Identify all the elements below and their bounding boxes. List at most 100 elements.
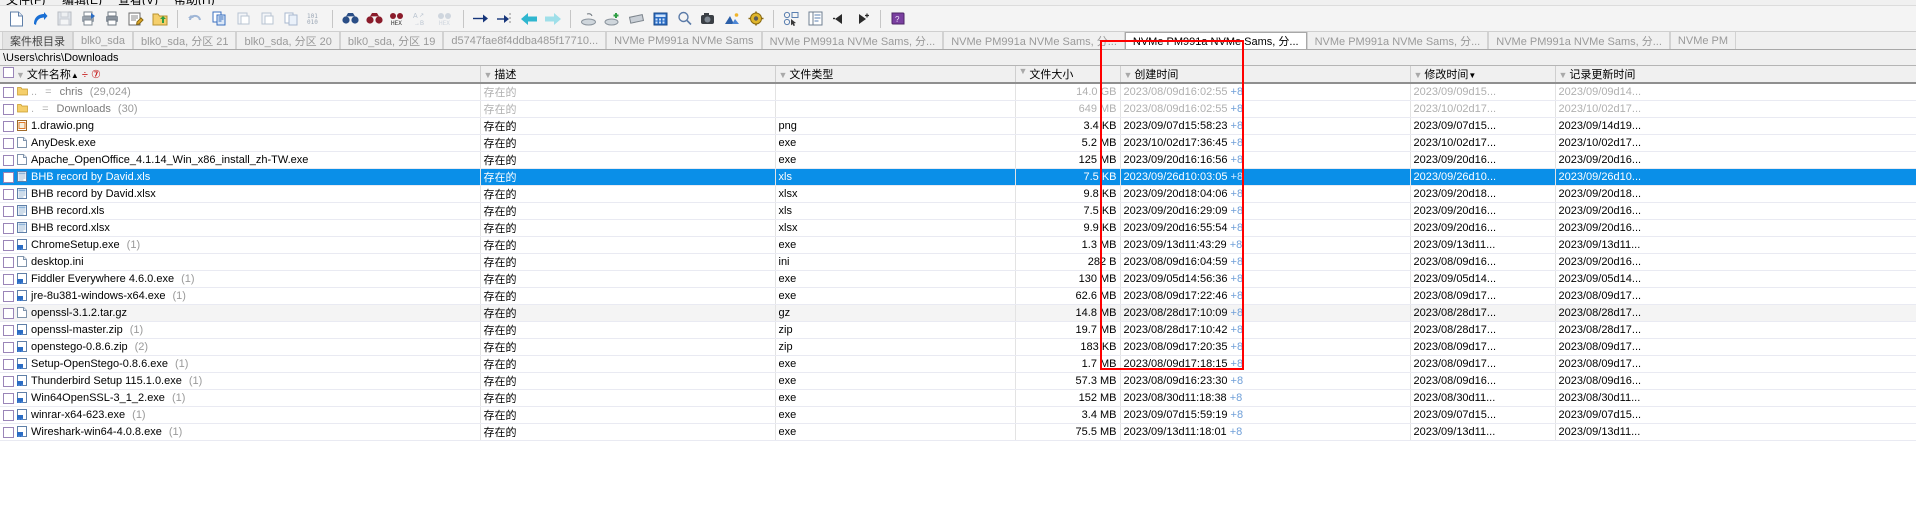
find-all-icon[interactable] (363, 8, 385, 30)
menu-item-edit[interactable]: 编辑(E) (62, 0, 102, 5)
magnifier-icon[interactable] (673, 8, 695, 30)
goto-icon[interactable] (470, 8, 492, 30)
print-preview-icon[interactable] (77, 8, 99, 30)
row-select-checkbox[interactable] (3, 120, 14, 132)
cell-file-name[interactable]: desktop.ini (0, 253, 481, 271)
new-case-icon[interactable] (5, 8, 27, 30)
calculator-icon[interactable] (649, 8, 671, 30)
row-select-checkbox[interactable] (3, 409, 14, 421)
row-select-checkbox[interactable] (3, 426, 14, 438)
tab-2[interactable]: blk0_sda, 分区 21 (133, 32, 237, 49)
row-select-checkbox[interactable] (3, 375, 14, 387)
column-header-desc[interactable]: ▼ 描述 (480, 66, 776, 84)
gallery-icon[interactable] (721, 8, 743, 30)
row-select-checkbox[interactable] (3, 86, 14, 98)
row-select-checkbox[interactable] (3, 358, 14, 370)
row-select-checkbox[interactable] (3, 273, 14, 285)
table-row[interactable]: .. Win64OpenSSL-3_1_2.exe (1) 存在的 exe 152 MB 2… (0, 389, 1916, 407)
cell-file-name[interactable]: .. jre-8u381-windows-x64.exe (1) (0, 287, 481, 305)
settings-gear-icon[interactable] (745, 8, 767, 30)
find-icon[interactable] (339, 8, 361, 30)
copy-block-icon[interactable] (280, 8, 302, 30)
cell-file-name[interactable]: .. Wireshark-win64-4.0.8.exe (1) (0, 423, 481, 441)
details-list-icon[interactable] (804, 8, 826, 30)
cell-file-name[interactable]: 1.drawio.png (0, 117, 481, 135)
filter-funnel-icon[interactable]: ▼ (1124, 70, 1133, 80)
cell-file-name[interactable]: openssl-3.1.2.tar.gz (0, 304, 481, 322)
table-row[interactable]: . = Downloads (30) 存在的 649 MB 2023/08/09d16:02… (0, 100, 1916, 118)
replace-text-icon[interactable]: A ↗ →B (411, 8, 433, 30)
paste-icon[interactable] (256, 8, 278, 30)
table-row[interactable]: 1.drawio.png 存在的 png 3.4 KB 2023/09/07d15:58… (0, 117, 1916, 135)
open-case-icon[interactable] (29, 8, 51, 30)
column-header-size[interactable]: ▼ 文件大小 (1015, 66, 1121, 84)
cell-file-name[interactable]: Apache_OpenOffice_4.1.14_Win_x86_install… (0, 151, 481, 169)
cell-file-name[interactable]: BHB record.xlsx (0, 219, 481, 237)
row-select-checkbox[interactable] (3, 154, 14, 166)
table-row[interactable]: BHB record by David.xls 存在的 xls 7.5 KB 2023/… (0, 168, 1916, 186)
next-item-icon[interactable] (852, 8, 874, 30)
column-header-type[interactable]: ▼ 文件类型 (775, 66, 1016, 84)
select-objects-icon[interactable] (780, 8, 802, 30)
back-icon[interactable] (518, 8, 540, 30)
row-select-checkbox[interactable] (3, 188, 14, 200)
menu-item-view[interactable]: 查看(V) (118, 0, 158, 5)
row-select-checkbox[interactable] (3, 290, 14, 302)
tab-4[interactable]: blk0_sda, 分区 19 (339, 32, 444, 49)
select-all-checkbox[interactable] (3, 67, 14, 78)
column-header-name[interactable]: ▼ 文件名称▲ ÷ ⑦ (0, 66, 481, 84)
table-row[interactable]: desktop.ini 存在的 ini 282 B 2023/08/09d16:04:5… (0, 253, 1916, 271)
table-row[interactable]: AnyDesk.exe 存在的 exe 5.2 MB 2023/10/02d17:36:… (0, 134, 1916, 152)
row-select-checkbox[interactable] (3, 239, 14, 251)
table-row[interactable]: .. openssl-master.zip (1) 存在的 zip 19.7 MB 2023… (0, 321, 1916, 339)
document-tab-bar[interactable]: 案件根目录 blk0_sda blk0_sda, 分区 21 blk0_sda, 分区… (0, 32, 1916, 50)
filter-funnel-icon[interactable]: ▼ (1559, 70, 1568, 80)
table-row[interactable]: BHB record.xls 存在的 xls 7.5 KB 2023/09/20d16:… (0, 202, 1916, 220)
table-row[interactable]: BHB record.xlsx 存在的 xlsx 9.9 KB 2023/09/20d1… (0, 219, 1916, 237)
cell-file-name[interactable]: .. = chris (29,024) (0, 83, 481, 101)
row-select-checkbox[interactable] (3, 103, 14, 115)
cell-file-name[interactable]: .. Win64OpenSSL-3_1_2.exe (1) (0, 389, 481, 407)
menu-item-help[interactable]: 帮助(H) (174, 0, 215, 5)
open-folder-icon[interactable] (149, 8, 171, 30)
table-row[interactable]: .. Wireshark-win64-4.0.8.exe (1) 存在的 exe 75.5… (0, 423, 1916, 441)
report-icon[interactable] (125, 8, 147, 30)
cell-file-name[interactable]: .. openssl-master.zip (1) (0, 321, 481, 339)
undo-icon[interactable] (184, 8, 206, 30)
table-row[interactable]: .. winrar-x64-623.exe (1) 存在的 exe 3.4 MB 2023/… (0, 406, 1916, 424)
table-row[interactable]: Apache_OpenOffice_4.1.14_Win_x86_install… (0, 151, 1916, 169)
disk-icon[interactable] (577, 8, 599, 30)
cell-file-name[interactable]: .. ChromeSetup.exe (1) (0, 236, 481, 254)
cell-file-name[interactable]: .. openstego-0.8.6.zip (2) (0, 338, 481, 356)
ram-icon[interactable] (625, 8, 647, 30)
cut-icon[interactable] (232, 8, 254, 30)
cell-file-name[interactable]: .. Thunderbird Setup 115.1.0.exe (1) (0, 372, 481, 390)
cell-file-name[interactable]: BHB record by David.xlsx (0, 185, 481, 203)
print-icon[interactable] (101, 8, 123, 30)
row-select-checkbox[interactable] (3, 205, 14, 217)
row-select-checkbox[interactable] (3, 137, 14, 149)
table-row[interactable]: .. jre-8u381-windows-x64.exe (1) 存在的 exe 62.6… (0, 287, 1916, 305)
cell-file-name[interactable]: BHB record by David.xls (0, 168, 481, 186)
copy-icon[interactable] (208, 8, 230, 30)
table-row[interactable]: .. Fiddler Everywhere 4.6.0.exe (1) 存在的 exe 1… (0, 270, 1916, 288)
column-header-recordupd[interactable]: ▼ 记录更新时间 (1555, 66, 1916, 84)
tab-3[interactable]: blk0_sda, 分区 20 (236, 32, 340, 49)
column-header-modified[interactable]: ▼ 修改时间▼ (1410, 66, 1556, 84)
prev-item-icon[interactable] (828, 8, 850, 30)
cell-file-name[interactable]: . = Downloads (30) (0, 100, 481, 118)
filter-funnel-icon[interactable]: ▼ (484, 70, 493, 80)
tab-7[interactable]: NVMe PM991a NVMe Sams, 分... (761, 32, 944, 49)
help-book-icon[interactable]: ? (887, 8, 909, 30)
table-row[interactable]: .. ChromeSetup.exe (1) 存在的 exe 1.3 MB 2023/09/… (0, 236, 1916, 254)
row-select-checkbox[interactable] (3, 171, 14, 183)
tab-8[interactable]: NVMe PM991a NVMe Sams, 分... (943, 32, 1125, 49)
row-select-checkbox[interactable] (3, 256, 14, 268)
row-select-checkbox[interactable] (3, 392, 14, 404)
filter-funnel-icon[interactable]: ▼ (779, 70, 788, 80)
filter-funnel-icon[interactable]: ▼ (1414, 70, 1423, 80)
row-select-checkbox[interactable] (3, 307, 14, 319)
tab-10[interactable]: NVMe PM991a NVMe Sams, 分... (1306, 32, 1489, 49)
row-select-checkbox[interactable] (3, 324, 14, 336)
menu-item-file[interactable]: 文件(F) (6, 0, 45, 5)
